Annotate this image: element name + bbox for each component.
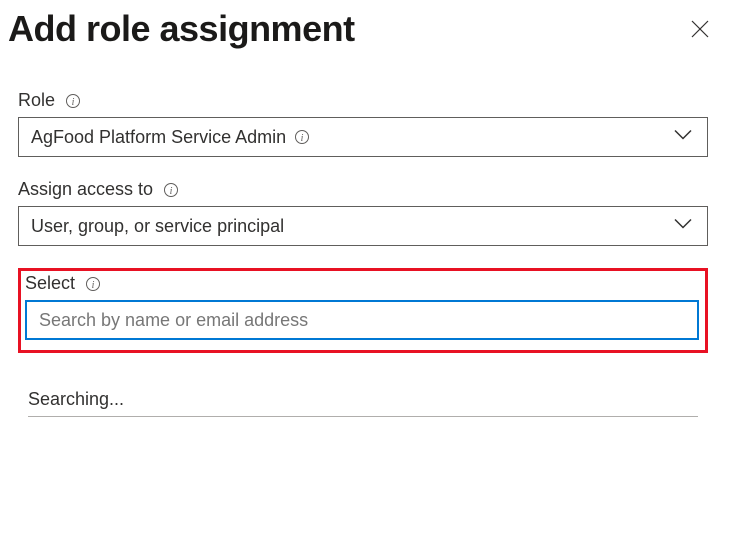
select-field-highlight: Select i [18, 268, 708, 353]
select-search-input[interactable] [25, 300, 699, 340]
chevron-down-icon [673, 128, 693, 147]
panel-header: Add role assignment [8, 8, 718, 50]
info-icon[interactable]: i [65, 93, 81, 109]
role-dropdown-value: AgFood Platform Service Admin i [31, 127, 310, 148]
panel-title: Add role assignment [8, 8, 355, 50]
assign-label-row: Assign access to i [18, 179, 708, 200]
search-status-text: Searching... [28, 389, 698, 417]
role-value-text: AgFood Platform Service Admin [31, 127, 286, 148]
close-button[interactable] [682, 11, 718, 47]
chevron-down-icon [673, 217, 693, 236]
info-icon[interactable]: i [163, 182, 179, 198]
close-icon [690, 19, 710, 39]
assign-access-dropdown[interactable]: User, group, or service principal [18, 206, 708, 246]
assign-access-label: Assign access to [18, 179, 153, 200]
role-dropdown[interactable]: AgFood Platform Service Admin i [18, 117, 708, 157]
info-icon[interactable]: i [85, 276, 101, 292]
search-results-area: Searching... [28, 389, 698, 417]
info-icon[interactable]: i [294, 129, 310, 145]
role-label-row: Role i [18, 90, 708, 111]
select-label: Select [25, 273, 75, 294]
svg-text:i: i [92, 280, 95, 291]
svg-text:i: i [72, 97, 75, 108]
role-label: Role [18, 90, 55, 111]
assign-access-value: User, group, or service principal [31, 216, 284, 237]
assign-access-field: Assign access to i User, group, or servi… [18, 179, 708, 246]
svg-text:i: i [301, 133, 304, 144]
select-label-row: Select i [25, 273, 699, 294]
svg-text:i: i [170, 186, 173, 197]
role-field: Role i AgFood Platform Service Admin i [18, 90, 708, 157]
